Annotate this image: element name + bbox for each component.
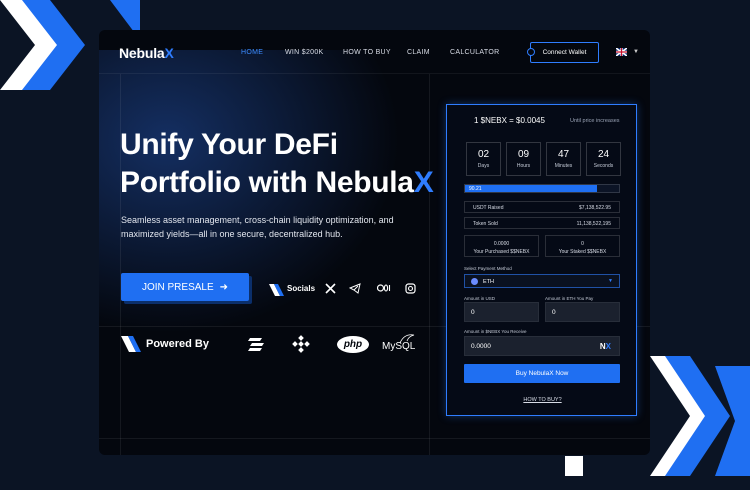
- countdown-hours: 09 Hours: [506, 142, 541, 176]
- token-sold-label: Token Sold: [473, 221, 498, 227]
- token-sold-row: Token Sold 11,138,522,195: [464, 217, 620, 229]
- nebx-amount-value: 0.0000: [471, 343, 491, 350]
- socials-label: Socials: [287, 284, 316, 293]
- countdown-label: Minutes: [554, 163, 573, 169]
- telegram-icon[interactable]: [349, 282, 361, 294]
- powered-by-label: Powered By: [146, 338, 209, 350]
- countdown-days: 02 Days: [466, 142, 501, 176]
- dolphin-icon: [399, 334, 415, 344]
- php-logo: php: [337, 336, 369, 353]
- hero-title: Unify Your DeFi Portfolio with NebulaX: [120, 128, 434, 199]
- staked-value: 0: [581, 241, 584, 247]
- how-to-buy-link[interactable]: HOW TO BUY?: [447, 397, 638, 403]
- usdt-raised-label: USDT Raised: [473, 205, 504, 211]
- join-presale-button[interactable]: JOIN PRESALE ➜: [121, 273, 249, 301]
- nav-how-to-buy[interactable]: HOW TO BUY: [343, 49, 391, 56]
- nav-home[interactable]: HOME: [241, 49, 263, 56]
- eth-amount-label: Amount in ETH You Pay: [545, 296, 594, 301]
- top-nav: NebulaX HOME WIN $200K HOW TO BUY CLAIM …: [99, 30, 650, 74]
- payment-method-value: ETH: [483, 279, 494, 285]
- countdown-label: Seconds: [593, 163, 614, 169]
- connect-wallet-button[interactable]: Connect Wallet: [530, 42, 599, 63]
- binance-icon: [292, 335, 310, 353]
- token-price: 1 $NEBX = $0.0045: [474, 116, 545, 125]
- presale-progress-bar: 90.21: [464, 184, 620, 193]
- join-presale-label: JOIN PRESALE: [141, 281, 214, 293]
- solana-icon: [248, 338, 264, 351]
- x-icon[interactable]: [324, 282, 336, 294]
- countdown-minutes: 47 Minutes: [546, 142, 581, 176]
- nav-calculator[interactable]: CALCULATOR: [450, 49, 499, 56]
- countdown-number: 47: [557, 149, 570, 160]
- logo[interactable]: NebulaX: [119, 45, 174, 61]
- grid-line: [99, 438, 650, 439]
- instagram-icon[interactable]: [404, 282, 416, 294]
- nav-claim[interactable]: CLAIM: [407, 49, 430, 56]
- chevron-down-icon[interactable]: ▼: [633, 49, 639, 55]
- countdown-number: 09: [517, 149, 530, 160]
- usd-amount-label: Amount in USD: [464, 296, 496, 301]
- buy-now-button[interactable]: Buy NebulaX Now: [464, 364, 620, 383]
- arrow-right-icon: ➜: [219, 281, 229, 293]
- countdown-seconds: 24 Seconds: [586, 142, 621, 176]
- chevron-down-icon: ▼: [608, 278, 613, 284]
- countdown-number: 24: [597, 149, 610, 160]
- nebulax-token-icon: NX: [599, 342, 611, 351]
- token-sold-value: 11,138,522,195: [576, 221, 611, 227]
- website-frame: NebulaX HOME WIN $200K HOW TO BUY CLAIM …: [99, 30, 650, 455]
- hero-subtitle: Seamless asset management, cross-chain l…: [121, 215, 394, 239]
- presale-panel: 1 $NEBX = $0.0045 Until price increases …: [446, 104, 637, 416]
- nebx-amount-input[interactable]: 0.0000 NX: [464, 336, 620, 356]
- wallet-icon: [527, 48, 535, 56]
- countdown-label: Days: [477, 163, 490, 169]
- countdown-label: Hours: [516, 163, 531, 169]
- purchased-label: Your Purchased $$NEBX: [473, 249, 530, 255]
- countdown-number: 02: [477, 149, 490, 160]
- nav-win[interactable]: WIN $200K: [285, 49, 324, 56]
- brand-mark-icon: [121, 336, 141, 352]
- eth-icon: [471, 278, 478, 285]
- medium-icon[interactable]: [377, 282, 391, 294]
- progress-fill: [465, 185, 598, 192]
- purchased-box: 0.0000 Your Purchased $$NEBX: [464, 235, 539, 257]
- price-note: Until price increases: [570, 118, 620, 124]
- staked-label: Your Staked $$NEBX: [558, 249, 607, 255]
- nebx-amount-label: Amount in $NEBX You Receive: [464, 329, 527, 334]
- brand-mark-icon: [269, 284, 284, 296]
- eth-amount-input[interactable]: 0: [545, 302, 620, 322]
- staked-box: 0 Your Staked $$NEBX: [545, 235, 620, 257]
- usdt-raised-value: $7,138,522.95: [579, 205, 611, 211]
- payment-method-select[interactable]: ETH ▼: [464, 274, 620, 288]
- uk-flag-icon[interactable]: [616, 48, 627, 56]
- usd-amount-input[interactable]: 0: [464, 302, 539, 322]
- progress-label: 90.21: [469, 186, 482, 192]
- payment-method-label: Select Payment Method: [464, 266, 512, 271]
- usdt-raised-row: USDT Raised $7,138,522.95: [464, 201, 620, 213]
- purchased-value: 0.0000: [493, 241, 510, 247]
